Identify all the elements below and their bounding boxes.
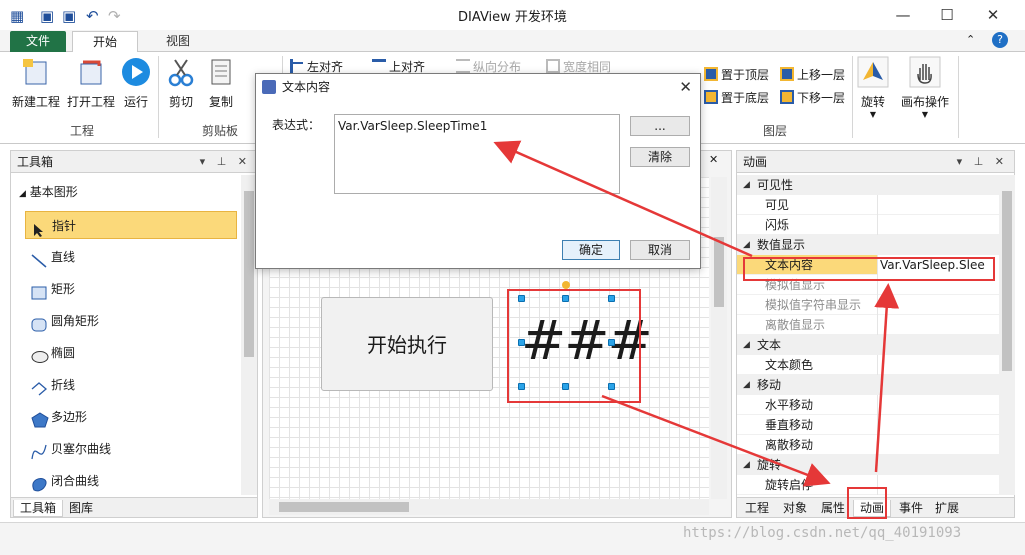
arrow-to-property (874, 283, 900, 473)
arrow-to-dialog (493, 140, 753, 258)
watermark: https://blog.csdn.net/qq_40191093 (683, 525, 962, 541)
arrow-to-tab (601, 394, 831, 487)
annotation-arrows (493, 140, 900, 487)
